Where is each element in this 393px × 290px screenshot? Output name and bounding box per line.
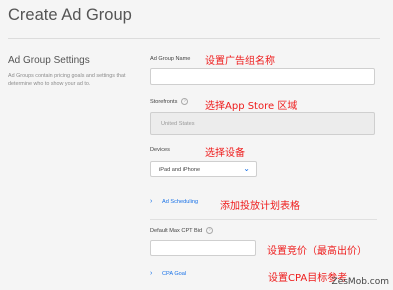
chevron-right-icon: › xyxy=(150,198,153,205)
question-icon[interactable]: ? xyxy=(206,227,214,234)
chevron-right-icon: › xyxy=(150,270,153,277)
ad-group-name-input[interactable] xyxy=(150,68,375,85)
storefronts-label: Storefronts? xyxy=(150,98,189,105)
question-icon[interactable]: ? xyxy=(181,98,189,105)
watermark: ZesMob.com xyxy=(331,277,389,287)
annotation-name: 设置广告组名称 xyxy=(205,56,275,67)
page-title: Create Ad Group xyxy=(8,6,132,24)
annotation-scheduling: 添加投放计划表格 xyxy=(220,201,300,212)
scheduling-divider xyxy=(150,219,377,220)
annotation-storefronts: 选择App Store 区域 xyxy=(205,101,298,112)
annotation-bid: 设置竞价（最高出价） xyxy=(267,246,367,257)
devices-select[interactable]: iPad and iPhone ⌄ xyxy=(150,161,257,177)
title-divider xyxy=(8,38,380,39)
ad-scheduling-link[interactable]: › Ad Scheduling xyxy=(150,198,198,205)
chevron-down-icon: ⌄ xyxy=(243,164,250,173)
devices-label: Devices xyxy=(150,147,170,153)
max-cpt-bid-label: Default Max CPT Bid? xyxy=(150,227,214,234)
storefronts-field: United States xyxy=(150,112,375,135)
ad-group-name-label: Ad Group Name xyxy=(150,56,191,62)
annotation-devices: 选择设备 xyxy=(205,148,245,159)
max-cpt-bid-input[interactable] xyxy=(150,240,256,256)
section-title: Ad Group Settings xyxy=(8,55,90,66)
section-description: Ad Groups contain pricing goals and sett… xyxy=(8,73,126,87)
cpa-goal-link[interactable]: › CPA Goal xyxy=(150,270,186,277)
devices-select-value: iPad and iPhone xyxy=(159,167,201,173)
